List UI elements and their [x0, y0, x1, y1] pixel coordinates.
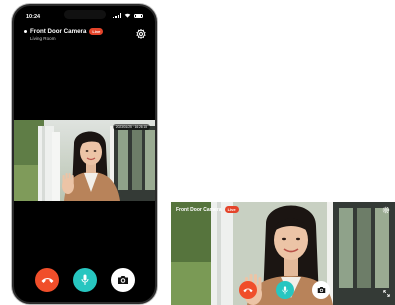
signal-icon [113, 13, 121, 18]
camera-location: Living Room [30, 36, 56, 41]
microphone-icon [81, 274, 89, 285]
landscape-header: Front Door Camera Live [176, 206, 239, 213]
landscape-microphone-button[interactable] [276, 281, 294, 299]
landscape-camera-title: Front Door Camera [176, 206, 222, 213]
doorbell-visitor-image [14, 120, 155, 201]
landscape-view[interactable]: Front Door Camera Live [171, 202, 395, 305]
camera-icon [118, 276, 128, 284]
camera-title: Front Door Camera [30, 28, 87, 35]
gear-icon[interactable] [136, 29, 146, 39]
landscape-live-badge: Live [224, 206, 239, 213]
snapshot-button[interactable] [111, 268, 135, 292]
microphone-icon [282, 285, 288, 294]
phone-hangup-icon [243, 288, 253, 293]
live-badge: Live [89, 28, 104, 35]
phone-hangup-icon [41, 278, 53, 283]
camera-icon [317, 287, 325, 293]
video-timestamp: 2023/01/25 · 16:26:15 [112, 124, 150, 130]
status-time: 10:24 [26, 14, 41, 20]
camera-header: Front Door Camera Live Living Room [24, 28, 147, 41]
status-bar: 10:24 [14, 6, 155, 26]
battery-icon [134, 13, 143, 18]
hangup-button[interactable] [35, 268, 59, 292]
status-icons [113, 13, 143, 18]
phone-frame: 10:24 Front Door Camera Live Living Room [12, 4, 157, 304]
expand-icon[interactable] [383, 290, 390, 297]
wifi-icon [124, 13, 131, 18]
landscape-snapshot-button[interactable] [312, 281, 330, 299]
landscape-hangup-button[interactable] [239, 281, 257, 299]
gear-icon[interactable] [382, 206, 390, 214]
camera-video-feed[interactable]: 2023/01/25 · 16:26:15 [14, 120, 155, 201]
microphone-button[interactable] [73, 268, 97, 292]
status-dot-icon [24, 30, 27, 33]
landscape-call-controls [171, 281, 395, 301]
call-controls [14, 268, 155, 294]
